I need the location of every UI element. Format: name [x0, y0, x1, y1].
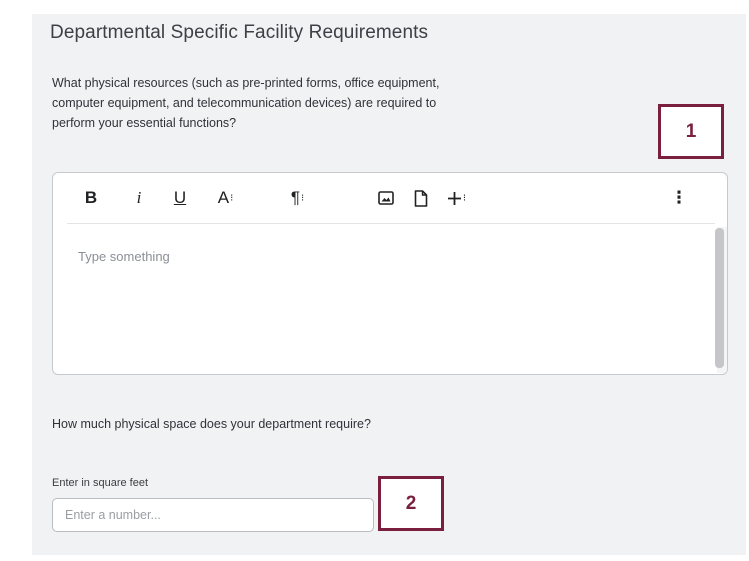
dropdown-dots-icon: ⁝: [300, 192, 304, 204]
square-feet-helper: Enter in square feet: [52, 477, 149, 489]
toolbar-divider: [67, 223, 715, 224]
underline-button[interactable]: U: [169, 185, 191, 211]
insert-file-button[interactable]: [411, 185, 431, 211]
bold-label: B: [84, 188, 98, 207]
form-panel: Departmental Specific Facility Requireme…: [32, 14, 746, 555]
plus-icon: [447, 191, 462, 206]
document-icon: [414, 189, 428, 207]
callout-badge-1: 1: [658, 104, 724, 159]
question-space-label: How much physical space does your depart…: [52, 417, 371, 431]
dropdown-dots-icon: ⁝: [462, 192, 466, 204]
question-resources-label: What physical resources (such as pre-pri…: [52, 76, 440, 130]
font-size-button[interactable]: A ⁝: [213, 185, 237, 211]
image-icon: [378, 191, 394, 205]
insert-more-button[interactable]: ⁝: [443, 185, 469, 211]
insert-image-button[interactable]: [375, 185, 397, 211]
paragraph-label: ¶: [290, 188, 300, 207]
italic-button[interactable]: i: [129, 185, 149, 211]
underline-label: U: [173, 188, 187, 207]
square-feet-input[interactable]: [52, 498, 374, 532]
section-title: Departmental Specific Facility Requireme…: [50, 22, 429, 43]
dropdown-dots-icon: ⁝: [230, 192, 233, 204]
editor-scrollbar-thumb[interactable]: [715, 228, 724, 368]
more-vertical-icon: ⋮: [670, 188, 688, 207]
italic-label: i: [136, 188, 142, 207]
editor-placeholder: Type something: [78, 249, 170, 264]
callout-badge-2: 2: [378, 476, 444, 531]
bold-button[interactable]: B: [81, 185, 101, 211]
rich-text-editor[interactable]: B i U A ⁝ ¶ ⁝ ⁝ ⋮ Type something: [52, 172, 728, 375]
more-options-button[interactable]: ⋮: [670, 185, 688, 211]
font-size-label: A: [217, 188, 230, 207]
editor-toolbar: B i U A ⁝ ¶ ⁝ ⁝ ⋮: [53, 173, 727, 223]
paragraph-button[interactable]: ¶ ⁝: [285, 185, 309, 211]
